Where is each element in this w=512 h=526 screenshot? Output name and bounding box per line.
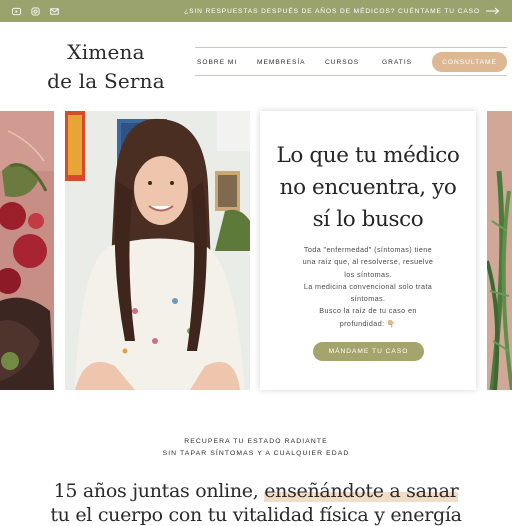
nav-divider-top xyxy=(195,47,507,48)
hero-card: Lo que tu médico no encuentra, yo sí lo … xyxy=(260,111,476,390)
section-subtitle: RECUPERA TU ESTADO RADIANTE SIN TAPAR SÍ… xyxy=(0,436,512,460)
flowers-photo-left xyxy=(0,111,54,390)
hero-text-line: una raíz que, al resolverse, resuelve xyxy=(302,257,434,267)
email-icon[interactable] xyxy=(50,7,59,16)
subtitle-line-1: RECUPERA TU ESTADO RADIANTE xyxy=(184,438,328,445)
section-headline-line-2: tu el cuerpo con tu vitalidad física y e… xyxy=(50,504,462,526)
logo-line-1: Ximena xyxy=(67,40,145,64)
instagram-icon[interactable] xyxy=(31,6,40,16)
nav-divider-bottom xyxy=(195,75,507,76)
plants-photo-right xyxy=(487,111,512,390)
nav-item-gratis[interactable]: GRATIS xyxy=(382,59,412,66)
promo-text: ¿SIN RESPUESTAS DESPUÉS DE AÑOS DE MÉDIC… xyxy=(184,7,480,15)
subtitle-line-2: SIN TAPAR SÍNTOMAS Y A CUALQUIER EDAD xyxy=(162,450,350,457)
hero-text-line: síntomas. xyxy=(350,294,386,304)
section-headline: 15 años juntas online, enseñándote a san… xyxy=(0,480,512,502)
headline-text: 15 años juntas online, xyxy=(53,480,265,502)
hero-text-line: Toda "enfermedad" (síntomas) tiene xyxy=(303,245,433,254)
nav-item-membresia[interactable]: MEMBRESÍA xyxy=(257,59,306,66)
consultame-button[interactable]: CONSULTAME xyxy=(432,52,507,72)
hero-text-line: profundidad: 👇🏼 xyxy=(339,318,397,328)
promo-link[interactable]: ¿SIN RESPUESTAS DESPUÉS DE AÑOS DE MÉDIC… xyxy=(184,7,500,15)
hero-title-line-1: Lo que tu médico xyxy=(276,143,460,168)
portrait-photo xyxy=(65,111,250,390)
social-links xyxy=(12,6,59,16)
mandame-tu-caso-button[interactable]: MÁNDAME TU CASO xyxy=(313,342,424,361)
arrow-right-icon xyxy=(486,7,500,15)
nav-item-sobre-mi[interactable]: SOBRE MI xyxy=(197,59,237,66)
nav-item-cursos[interactable]: CURSOS xyxy=(325,59,359,66)
hero-text-line: Busco la raíz de tu caso en xyxy=(319,306,417,316)
announcement-bar: ¿SIN RESPUESTAS DESPUÉS DE AÑOS DE MÉDIC… xyxy=(0,0,512,22)
headline-highlight: enseñándote a sanar xyxy=(264,480,459,502)
hero-title-line-2: no encuentra, yo xyxy=(279,175,457,200)
hero-title-line-3: sí lo busco xyxy=(312,207,424,232)
site-logo[interactable]: Ximena de la Serna xyxy=(36,38,176,96)
hero-text-line: La medicina convencional solo trata xyxy=(303,281,433,291)
hero-title: Lo que tu médico no encuentra, yo sí lo … xyxy=(268,140,468,236)
logo-line-2: de la Serna xyxy=(47,69,165,93)
youtube-icon[interactable] xyxy=(12,7,21,16)
hero-description: Toda "enfermedad" (síntomas) tiene una r… xyxy=(280,244,456,330)
hero-text-line: los síntomas. xyxy=(344,269,392,279)
